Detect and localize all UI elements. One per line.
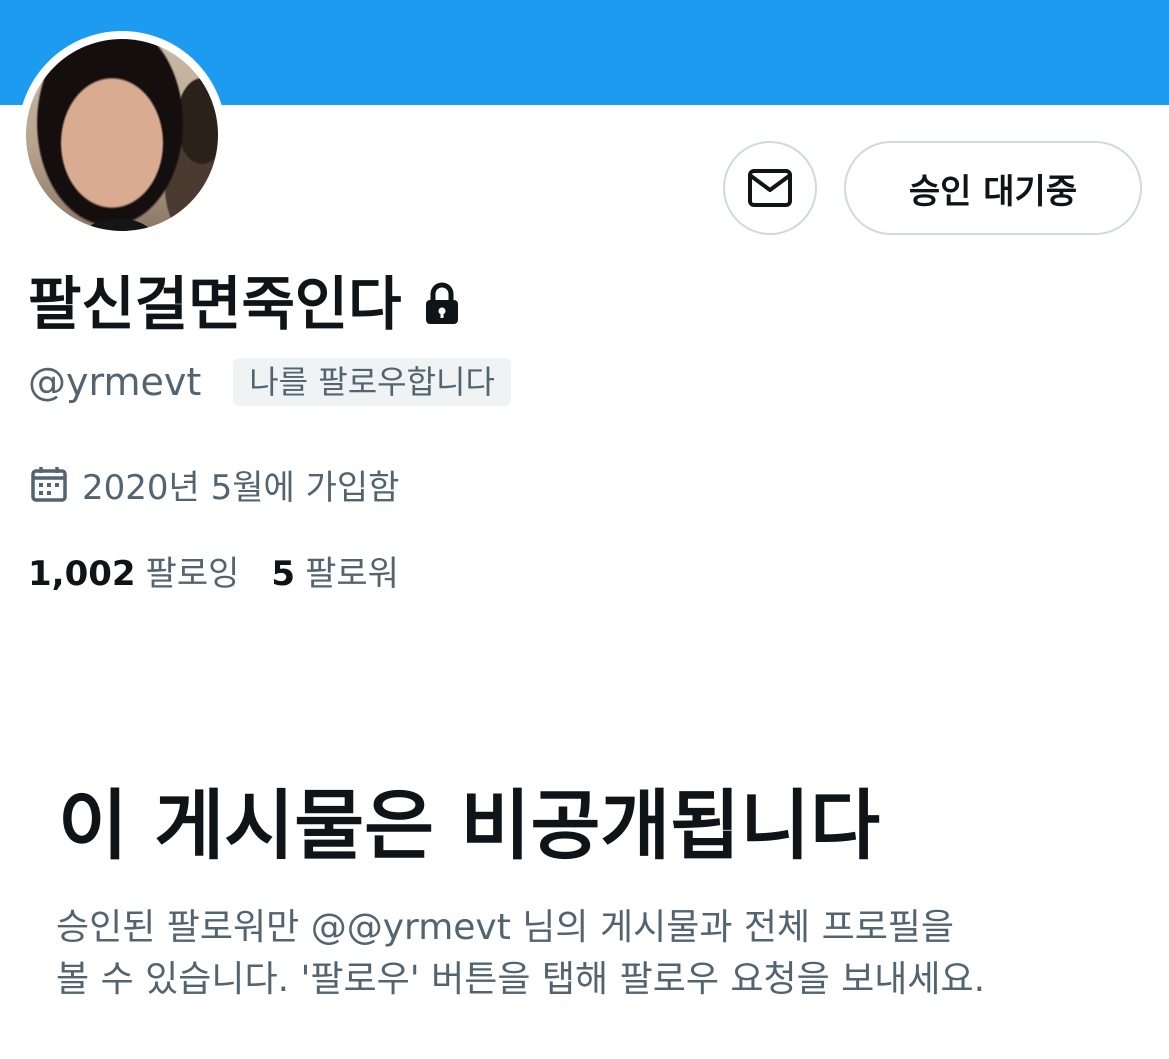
follow-stats: 1,002 팔로잉 5 팔로워 <box>28 544 399 596</box>
private-account-description: 승인된 팔로워만 @@yrmevt 님의 게시물과 전체 프로필을 볼 수 있습… <box>56 902 1136 1006</box>
followers-link[interactable]: 5 팔로워 <box>271 546 399 595</box>
followers-label: 팔로워 <box>305 553 399 594</box>
handle: @yrmevt <box>28 360 202 404</box>
calendar-icon <box>31 467 67 502</box>
mail-icon <box>748 169 792 207</box>
joined-date-row: 2020년 5월에 가입함 <box>30 458 399 510</box>
private-description-line-1: 승인된 팔로워만 @@yrmevt 님의 게시물과 전체 프로필을 <box>56 907 955 948</box>
joined-date: 2020년 5월에 가입함 <box>82 467 400 508</box>
following-link[interactable]: 1,002 팔로잉 <box>28 546 239 595</box>
follows-you-badge: 나를 팔로우합니다 <box>233 358 511 406</box>
lock-icon <box>424 282 460 326</box>
profile-name-row: 팔신걸면죽인다 <box>28 264 460 344</box>
handle-row: @yrmevt 나를 팔로우합니다 <box>28 356 511 408</box>
private-account-title: 이 게시물은 비공개됩니다 <box>58 781 881 870</box>
private-description-line-2: 볼 수 있습니다. '팔로우' 버튼을 탭해 팔로우 요청을 보내세요. <box>56 959 986 1000</box>
display-name: 팔신걸면죽인다 <box>28 270 402 338</box>
followers-count: 5 <box>271 553 296 594</box>
message-button[interactable] <box>723 141 817 235</box>
avatar-photo <box>26 39 218 231</box>
avatar[interactable] <box>18 31 226 239</box>
following-label: 팔로잉 <box>145 553 240 594</box>
following-count: 1,002 <box>28 553 136 594</box>
pending-follow-button[interactable]: 승인 대기중 <box>844 141 1142 235</box>
pending-follow-label: 승인 대기중 <box>908 171 1078 212</box>
